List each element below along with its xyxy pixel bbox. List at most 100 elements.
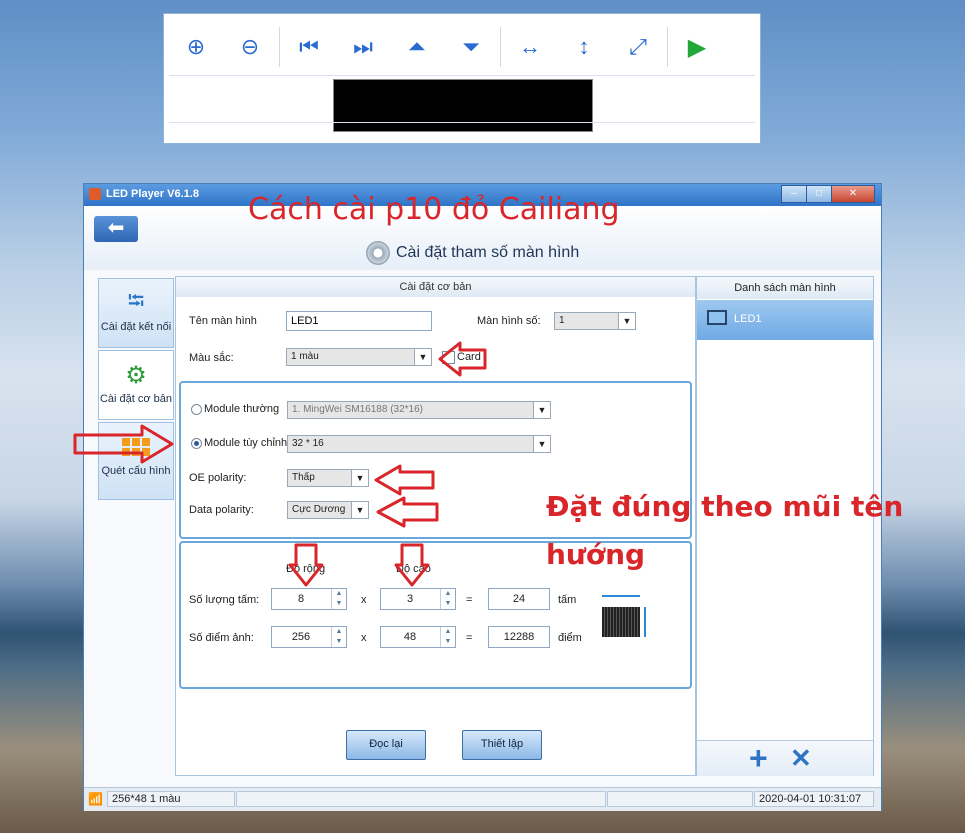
times-sign: x: [361, 594, 367, 606]
zoom-in-icon[interactable]: ⊕: [169, 27, 223, 67]
stepper-arrows[interactable]: ▲ ▼: [331, 627, 346, 647]
panels-unit: tấm: [558, 594, 577, 606]
screen-item-label: LED1: [734, 313, 762, 325]
window-title: LED Player V6.1.8: [106, 188, 199, 200]
data-polarity-value: Cực Dương: [292, 504, 346, 515]
panels-total: 24: [488, 588, 550, 610]
toolbar-separator: [500, 27, 501, 67]
stepper-arrows[interactable]: ▲ ▼: [331, 589, 346, 609]
skip-end-icon[interactable]: ⏭: [336, 27, 390, 67]
toolbar-separator: [667, 27, 668, 67]
screen-number-select[interactable]: 1 ▼: [554, 312, 636, 330]
zoom-out-icon[interactable]: ⊖: [223, 27, 277, 67]
height-header: Độ cao: [396, 563, 431, 575]
sidebar-item-scan[interactable]: Quét cấu hình: [98, 422, 174, 500]
data-polarity-label: Data polarity:: [189, 504, 254, 516]
chevron-down-icon: ▼: [533, 402, 550, 418]
fullscreen-icon[interactable]: ⤢: [611, 27, 665, 67]
pixels-width-value: 256: [291, 631, 311, 643]
page-title: Cài đặt tham số màn hình: [396, 244, 580, 261]
width-header: Độ rộng: [286, 563, 326, 575]
card-checkbox[interactable]: [442, 351, 455, 364]
pixels-width-stepper[interactable]: 256 ▲ ▼: [271, 626, 347, 648]
preview-window: ⊕ ⊖ ⏮ ⏭ ⏶ ⏷ ↔ ↕ ⤢ ▶: [163, 13, 761, 144]
minimize-button[interactable]: –: [781, 185, 807, 203]
color-label: Màu sắc:: [189, 352, 234, 364]
equals-sign: =: [466, 632, 473, 644]
play-icon[interactable]: ▶: [670, 27, 724, 67]
stepper-arrows[interactable]: ▲ ▼: [440, 627, 455, 647]
times-sign: x: [361, 632, 367, 644]
screen-number-value: 1: [559, 315, 565, 326]
module-custom-value: 32 * 16: [292, 438, 324, 449]
module-custom-radio[interactable]: [191, 438, 202, 449]
chevron-down-icon: ▼: [351, 502, 368, 518]
oe-polarity-value: Thấp: [292, 472, 315, 483]
module-normal-label: Module thường: [204, 403, 280, 415]
module-normal-select[interactable]: 1. MingWei SM16188 (32*16) ▼: [287, 401, 551, 419]
status-bar: 📶 256*48 1 màu 2020-04-01 10:31:07: [84, 787, 881, 811]
led-matrix-icon: [602, 607, 640, 637]
settings-gear-icon: [366, 241, 390, 265]
panels-height-stepper[interactable]: 3 ▲ ▼: [380, 588, 456, 610]
skip-start-icon[interactable]: ⏮: [282, 27, 336, 67]
sidebar-item-label: Cài đặt cơ bản: [99, 393, 173, 405]
align-top-icon[interactable]: ⏶: [390, 27, 444, 67]
stretch-vertical-icon[interactable]: ↕: [557, 27, 611, 67]
oe-polarity-label: OE polarity:: [189, 472, 247, 484]
back-button[interactable]: ⬅: [94, 216, 138, 242]
status-datetime: 2020-04-01 10:31:07: [754, 791, 874, 807]
preview-toolbar: ⊕ ⊖ ⏮ ⏭ ⏶ ⏷ ↔ ↕ ⤢ ▶: [169, 19, 755, 76]
app-logo-icon: [89, 188, 101, 200]
width-arrow-icon: [602, 595, 640, 597]
screen-name-label: Tên màn hình: [189, 315, 257, 327]
delete-icon[interactable]: ✕: [790, 741, 812, 775]
pixels-total: 12288: [488, 626, 550, 648]
module-normal-value: 1. MingWei SM16188 (32*16): [292, 404, 423, 415]
basic-settings-panel: Cài đặt cơ bản Tên màn hình Màn hình số:…: [175, 276, 696, 776]
stepper-arrows[interactable]: ▲ ▼: [440, 589, 455, 609]
maximize-button[interactable]: □: [806, 185, 832, 203]
sidebar-item-label: Cài đặt kết nối: [100, 321, 172, 333]
screen-list-header: Danh sách màn hình: [697, 277, 873, 299]
color-select[interactable]: 1 màu ▼: [286, 348, 432, 366]
annotation-note-line2: hướng: [546, 538, 646, 571]
toolbar-separator: [279, 27, 280, 67]
preview-footer-line: [169, 122, 755, 123]
sidebar-item-connection[interactable]: ⭾ Cài đặt kết nối: [98, 278, 174, 348]
data-polarity-select[interactable]: Cực Dương ▼: [287, 501, 369, 519]
status-empty-field: [236, 791, 606, 807]
panels-width-value: 8: [297, 593, 305, 605]
add-icon[interactable]: +: [749, 741, 768, 775]
grid-icon: [116, 433, 156, 461]
gears-icon: ⚙: [125, 361, 147, 389]
oe-polarity-select[interactable]: Thấp ▼: [287, 469, 369, 487]
reload-button[interactable]: Đọc lại: [346, 730, 426, 760]
stretch-horizontal-icon[interactable]: ↔: [503, 27, 557, 67]
screen-name-input[interactable]: [286, 311, 432, 331]
pixels-label: Số điểm ảnh:: [189, 632, 254, 644]
align-bottom-icon[interactable]: ⏷: [444, 27, 498, 67]
card-label: Card: [457, 351, 481, 363]
equals-sign: =: [466, 594, 473, 606]
screen-list-panel: Danh sách màn hình LED1 + ✕: [696, 276, 874, 776]
panels-height-value: 3: [406, 593, 414, 605]
annotation-note-line1: Đặt đúng theo mũi tên: [546, 490, 904, 523]
pixels-unit: điểm: [558, 632, 582, 644]
pixels-height-stepper[interactable]: 48 ▲ ▼: [380, 626, 456, 648]
chevron-down-icon: ▼: [618, 313, 635, 329]
height-arrow-icon: [644, 607, 646, 637]
status-progress: [607, 791, 753, 807]
chevron-down-icon: ▼: [351, 470, 368, 486]
list-item[interactable]: LED1: [697, 300, 873, 340]
setup-button[interactable]: Thiết lập: [462, 730, 542, 760]
sidebar-item-basic[interactable]: ⚙ Cài đặt cơ bản: [98, 350, 174, 420]
status-resolution: 256*48 1 màu: [107, 791, 235, 807]
close-button[interactable]: ✕: [831, 185, 875, 203]
list-actions-bar: + ✕: [697, 740, 873, 776]
panels-width-stepper[interactable]: 8 ▲ ▼: [271, 588, 347, 610]
module-custom-select[interactable]: 32 * 16 ▼: [287, 435, 551, 453]
chevron-down-icon: ▼: [414, 349, 431, 365]
monitor-icon: [707, 310, 727, 325]
module-normal-radio[interactable]: [191, 404, 202, 415]
